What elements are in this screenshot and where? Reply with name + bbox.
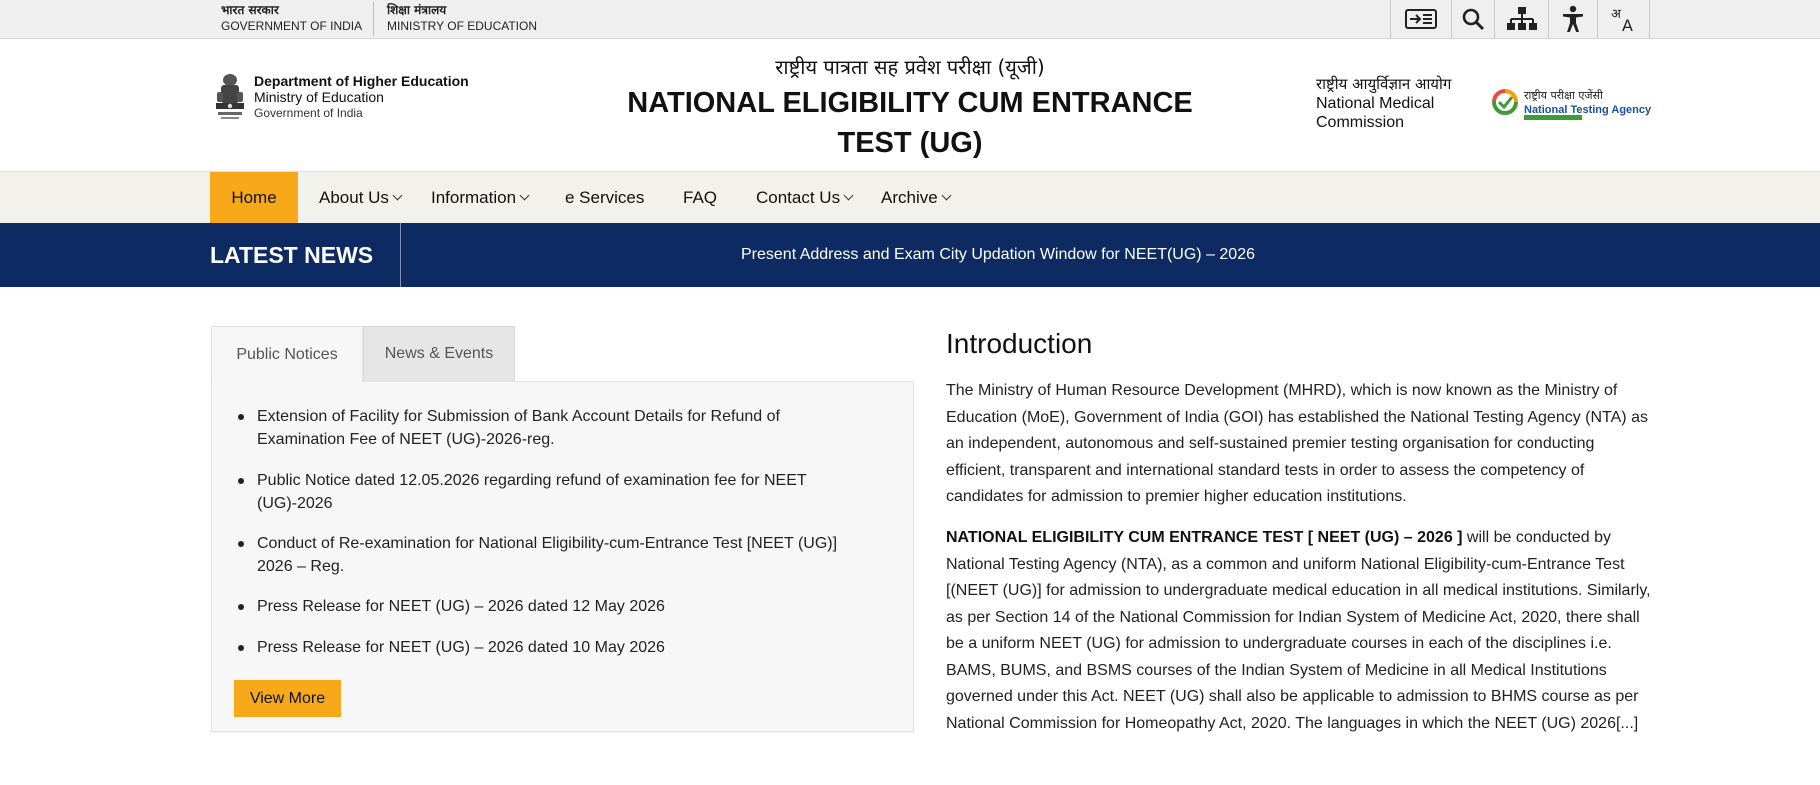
gov-strip: भारत सरकार GOVERNMENT OF INDIA शिक्षा मं… <box>0 0 1820 39</box>
main-nav: Home About Us Information e Services FAQ… <box>0 172 1820 223</box>
list-item[interactable]: Press Release for NEET (UG) – 2026 dated… <box>238 595 857 618</box>
nav-faq-label: FAQ <box>683 187 718 207</box>
nav-about-us-label: About Us <box>319 187 389 207</box>
nav-e-services-label: e Services <box>565 187 645 207</box>
nta-logo-text: राष्ट्रीय परीक्षा एजेंसी National Testin… <box>1524 89 1651 117</box>
tab-news-events-label: News & Events <box>384 345 494 362</box>
list-item[interactable]: Extension of Facility for Submission of … <box>238 405 857 451</box>
govt-of-india-link[interactable]: भारत सरकार GOVERNMENT OF INDIA <box>221 2 362 34</box>
govt-hi-text: भारत सरकार <box>221 3 279 17</box>
intro-paragraph-2: NATIONAL ELIGIBILITY CUM ENTRANCE TEST [… <box>946 525 1652 737</box>
search-icon <box>1462 8 1485 31</box>
nav-archive-label: Archive <box>881 187 938 207</box>
accessibility-icon <box>1563 5 1583 32</box>
nmc-hi-text: राष्ट्रीय आयुर्विज्ञान आयोग <box>1316 75 1452 93</box>
nmc-en-line2: Commission <box>1316 114 1405 131</box>
tab-public-notices-label: Public Notices <box>236 345 338 363</box>
list-item[interactable]: Public Notice dated 12.05.2026 regarding… <box>238 469 857 515</box>
nav-archive[interactable]: Archive <box>881 172 952 223</box>
page-title-hindi: राष्ट्रीय पात्रता सह प्रवेश परीक्षा (यूज… <box>775 55 1045 79</box>
ministry-name: Ministry of Education <box>254 89 384 105</box>
news-divider <box>400 223 401 287</box>
latest-news-bar: LATEST NEWS Present Address and Exam Cit… <box>0 223 1820 287</box>
nav-home-label: Home <box>231 187 277 207</box>
latest-news-headline[interactable]: Present Address and Exam City Updation W… <box>741 223 1255 287</box>
site-header: Department of Higher Education Ministry … <box>0 39 1820 172</box>
intro-heading: Introduction <box>946 328 1093 359</box>
notices-panel: Extension of Facility for Submission of … <box>211 381 914 732</box>
nta-tagline-bar <box>1524 115 1582 120</box>
chevron-down-icon <box>392 190 403 201</box>
chevron-down-icon <box>941 190 952 201</box>
nav-home[interactable]: Home <box>210 172 298 223</box>
ministry-link[interactable]: शिक्षा मंत्रालय MINISTRY OF EDUCATION <box>387 2 537 34</box>
gov-divider <box>373 2 374 36</box>
svg-text:A: A <box>1622 16 1633 34</box>
chevron-down-icon <box>843 190 854 201</box>
govt-en-text: GOVERNMENT OF INDIA <box>221 19 363 33</box>
sitemap-icon <box>1506 7 1537 30</box>
nta-hi-text: राष्ट्रीय परीक्षा एजेंसी <box>1524 89 1603 102</box>
language-icon: अ A <box>1611 7 1633 34</box>
dept-higher-education: Department of Higher Education Ministry … <box>254 73 469 121</box>
chevron-down-icon <box>519 190 530 201</box>
govt-name: Government of India <box>254 106 363 120</box>
intro-paragraph-2-text: will be conducted by National Testing Ag… <box>946 529 1651 732</box>
nav-contact-us-label: Contact Us <box>756 187 841 207</box>
nav-about-us[interactable]: About Us <box>319 172 403 223</box>
tab-news-events[interactable]: News & Events <box>363 326 515 382</box>
tab-public-notices[interactable]: Public Notices <box>211 326 363 382</box>
svg-text:अ: अ <box>1611 7 1622 22</box>
read-more-link[interactable]: [...] <box>1616 715 1638 732</box>
nav-e-services[interactable]: e Services <box>565 172 644 223</box>
nta-logo-icon[interactable] <box>1492 89 1518 115</box>
nav-information[interactable]: Information <box>431 172 530 223</box>
language-button[interactable]: अ A <box>1597 0 1650 38</box>
skip-to-content-icon <box>1405 9 1437 29</box>
nav-contact-us[interactable]: Contact Us <box>756 172 854 223</box>
view-more-button[interactable]: View More <box>234 680 341 717</box>
nmc-logo-link[interactable]: राष्ट्रीय आयुर्विज्ञान आयोग National Med… <box>1316 75 1451 132</box>
list-item[interactable]: Conduct of Re-examination for National E… <box>238 532 857 578</box>
ministry-en-text: MINISTRY OF EDUCATION <box>387 19 538 33</box>
latest-news-label: LATEST NEWS <box>210 242 374 268</box>
nav-faq[interactable]: FAQ <box>683 172 717 223</box>
skip-to-content-button[interactable] <box>1390 0 1451 38</box>
intro-paragraph-1: The Ministry of Human Resource Developme… <box>946 382 1648 505</box>
ministry-hi-text: शिक्षा मंत्रालय <box>387 3 447 17</box>
search-button[interactable] <box>1451 0 1494 38</box>
list-item[interactable]: Press Release for NEET (UG) – 2026 dated… <box>238 636 857 659</box>
nav-information-label: Information <box>431 187 517 207</box>
accessibility-button[interactable] <box>1548 0 1597 38</box>
nmc-en-line1: National Medical <box>1316 95 1435 112</box>
neet-heading-inline: NATIONAL ELIGIBILITY CUM ENTRANCE TEST [… <box>946 529 1463 546</box>
sitemap-button[interactable] <box>1494 0 1548 38</box>
page-title: NATIONAL ELIGIBILITY CUM ENTRANCE TEST (… <box>627 87 1193 159</box>
